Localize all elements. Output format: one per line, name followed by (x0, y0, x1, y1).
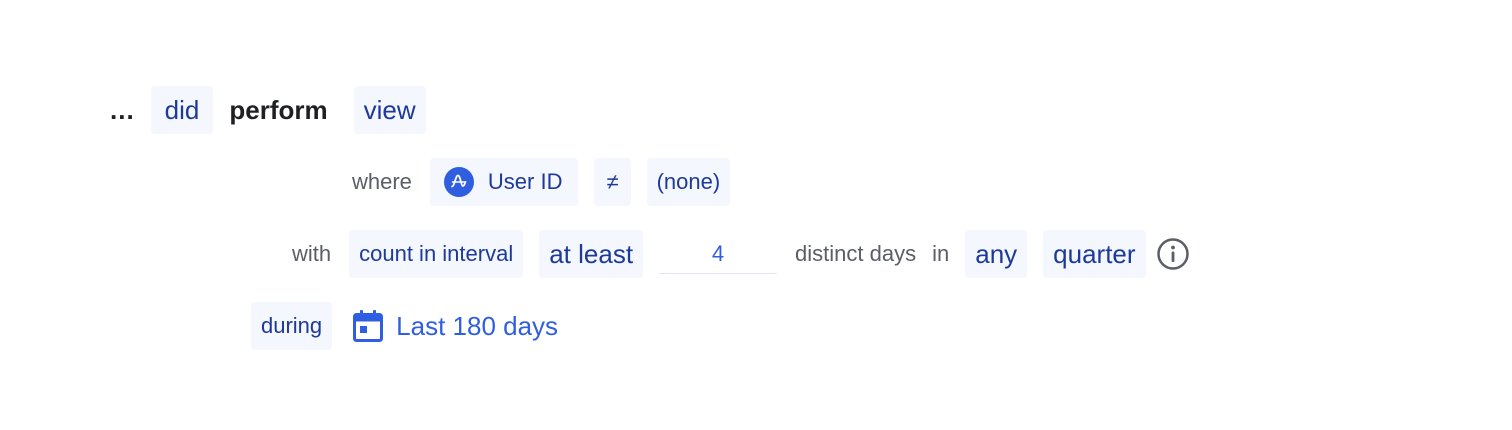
count-mode-selector[interactable]: count in interval (349, 230, 524, 278)
calendar-icon (352, 309, 384, 343)
amplitude-logo-icon-graphic (451, 174, 467, 188)
value-selector[interactable]: (none) (646, 158, 731, 206)
event-row: ... did perform view (110, 86, 426, 134)
more-ellipsis[interactable]: ... (110, 95, 135, 126)
with-row: with count in interval at least 4 distin… (292, 230, 1190, 278)
where-label: where (352, 169, 412, 194)
comparator-selector[interactable]: at least (539, 230, 644, 278)
property-selector[interactable]: User ID (429, 158, 579, 206)
with-label: with (292, 241, 332, 266)
during-row: during Last 180 days (251, 302, 558, 350)
did-selector[interactable]: did (150, 86, 214, 134)
where-row: where User ID ≠ (none) (352, 158, 731, 206)
operator-selector[interactable]: ≠ (594, 158, 631, 206)
date-range-picker[interactable]: Last 180 days (352, 309, 558, 343)
during-selector[interactable]: during (251, 302, 333, 350)
info-icon-graphic (1156, 238, 1189, 270)
property-label: User ID (487, 169, 563, 194)
in-label: in (932, 241, 950, 266)
unit-label: distinct days (795, 241, 917, 266)
event-selector[interactable]: view (353, 86, 426, 134)
calendar-icon-graphic (353, 310, 384, 342)
amplitude-logo-icon (443, 167, 474, 197)
count-input[interactable]: 4 (659, 234, 778, 274)
interval-selector[interactable]: quarter (1043, 230, 1146, 278)
date-range-label: Last 180 days (396, 310, 559, 341)
any-selector[interactable]: any (965, 230, 1028, 278)
perform-label: perform (229, 94, 328, 125)
info-icon[interactable] (1156, 237, 1190, 271)
